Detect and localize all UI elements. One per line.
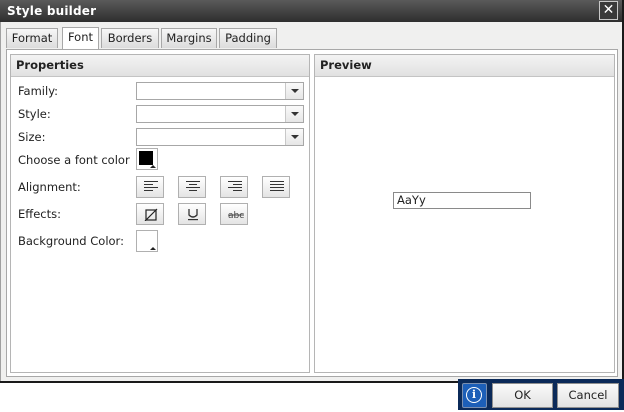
- font-tab-panel: Properties Family: Style: Size: Choose a…: [6, 49, 618, 377]
- family-label: Family:: [18, 84, 59, 98]
- strikethrough-button[interactable]: abc: [220, 203, 248, 225]
- alignment-label: Alignment:: [18, 180, 81, 194]
- preview-title: Preview: [315, 55, 614, 77]
- tab-borders[interactable]: Borders: [101, 28, 159, 48]
- underline-icon: [188, 209, 198, 221]
- underline-button[interactable]: [178, 203, 206, 225]
- properties-title: Properties: [11, 55, 309, 77]
- align-right-icon: [228, 181, 242, 191]
- align-center-icon: [186, 181, 200, 191]
- dialog-title: Style builder: [7, 4, 97, 18]
- dialog-titlebar[interactable]: Style builder ✕: [0, 0, 622, 22]
- background-color-swatch: [139, 233, 153, 247]
- align-justify-icon: [270, 181, 284, 191]
- tab-padding[interactable]: Padding: [219, 28, 277, 48]
- size-select[interactable]: [136, 128, 304, 146]
- dialog-body: Format Font Borders Margins Padding Prop…: [0, 22, 622, 381]
- background-color-label: Background Color:: [18, 234, 124, 248]
- cancel-button[interactable]: Cancel: [557, 383, 619, 408]
- close-button[interactable]: ✕: [599, 1, 618, 20]
- tab-font[interactable]: Font: [62, 27, 99, 49]
- size-label: Size:: [18, 130, 46, 144]
- background-color-picker[interactable]: [136, 230, 158, 252]
- tab-format[interactable]: Format: [6, 28, 58, 48]
- chevron-down-icon: [285, 129, 303, 145]
- info-icon: i: [466, 387, 482, 403]
- svg-text:abc: abc: [228, 211, 244, 221]
- font-color-label: Choose a font color: [18, 153, 130, 167]
- font-color-swatch: [139, 151, 153, 165]
- dropdown-arrow-icon: [150, 165, 156, 168]
- close-icon: ✕: [602, 2, 615, 18]
- dropdown-arrow-icon: [150, 247, 156, 250]
- chevron-down-icon: [285, 106, 303, 122]
- style-select[interactable]: [136, 105, 304, 123]
- info-button[interactable]: i: [462, 383, 487, 408]
- chevron-down-icon: [285, 83, 303, 99]
- dialog-footer: i OK Cancel: [458, 379, 624, 410]
- preview-sample-text: AaYy: [393, 192, 531, 209]
- no-effect-icon: [144, 208, 158, 221]
- font-color-picker[interactable]: [136, 148, 158, 170]
- family-select[interactable]: [136, 82, 304, 100]
- properties-group: Properties Family: Style: Size: Choose a…: [10, 54, 310, 373]
- preview-group: Preview AaYy: [314, 54, 615, 373]
- align-justify-button[interactable]: [262, 176, 290, 198]
- strikethrough-icon: abc: [228, 211, 244, 221]
- align-right-button[interactable]: [220, 176, 248, 198]
- align-left-button[interactable]: [136, 176, 164, 198]
- effects-label: Effects:: [18, 207, 61, 221]
- effect-none-button[interactable]: [136, 203, 164, 225]
- align-left-icon: [144, 181, 158, 191]
- style-label: Style:: [18, 107, 51, 121]
- align-center-button[interactable]: [178, 176, 206, 198]
- style-builder-dialog: Style builder ✕ Format Font Borders Marg…: [0, 0, 624, 383]
- ok-button[interactable]: OK: [492, 383, 553, 408]
- tab-margins[interactable]: Margins: [161, 28, 217, 48]
